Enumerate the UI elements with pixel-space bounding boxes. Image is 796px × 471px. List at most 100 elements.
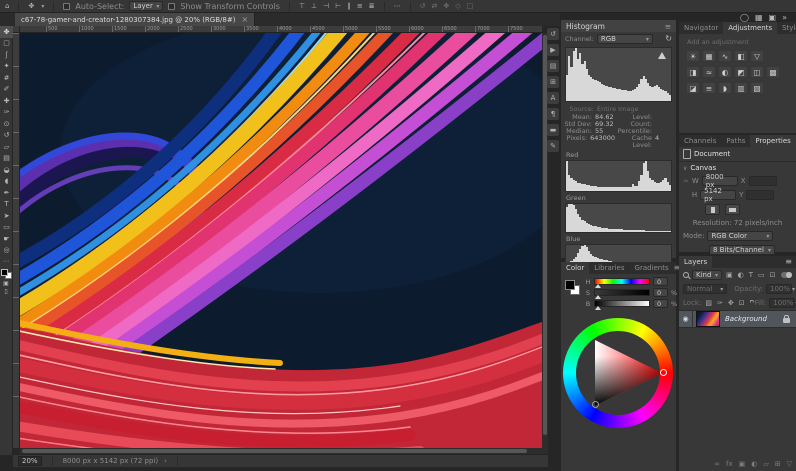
blur-tool[interactable]: ◒ [0,164,13,176]
history-panel-icon[interactable]: ↺ [547,28,559,40]
channel-dropdown[interactable]: RGB▾ [597,34,653,44]
photo-filter-icon[interactable]: ◩ [735,67,747,77]
filter-pixel-icon[interactable]: ▣ [725,271,734,279]
brightness-value-field[interactable]: 0 [653,299,668,308]
clone-stamp-tool[interactable]: ⊙ [0,118,13,130]
link-layers-icon[interactable]: ∞ [714,460,720,468]
eraser-tool[interactable]: ▱ [0,141,13,153]
swatches-panel-icon[interactable]: ▤ [547,60,559,72]
tab-libraries[interactable]: Libraries [589,262,629,274]
auto-select-dropdown[interactable]: Layer▾ [129,1,163,11]
pen-tool[interactable]: ✒ [0,187,13,199]
align-middle-icon[interactable]: ⊥ [311,3,317,10]
uncached-refresh-icon[interactable]: ↻ [665,35,672,43]
bit-depth-dropdown[interactable]: 8 Bits/Channel▾ [709,245,775,255]
path-selection-tool[interactable]: ➤ [0,210,13,222]
hue-slider[interactable] [594,278,650,285]
y-field[interactable] [746,190,774,200]
foreground-color-swatch[interactable] [1,269,12,279]
layer-row-background[interactable]: ◉ Background [679,310,796,328]
brush-tool[interactable]: ✑ [0,107,13,119]
exposure-icon[interactable]: ◧ [735,51,747,61]
threshold-icon[interactable]: ◗ [719,83,731,93]
canvas-artwork[interactable] [20,33,542,448]
brightness-slider[interactable] [594,300,650,307]
panel-menu-icon[interactable]: ≡ [785,256,796,268]
lasso-tool[interactable]: ʃ [0,49,13,61]
filter-adjustment-icon[interactable]: ◐ [737,271,745,279]
grid-view-icon[interactable]: ▦ [755,14,763,22]
tab-channels[interactable]: Channels [679,135,721,147]
history-brush-tool[interactable]: ↺ [0,130,13,142]
shade-handle[interactable] [592,401,599,408]
channel-mixer-icon[interactable]: ◫ [751,67,763,77]
layer-effects-icon[interactable]: fx [726,460,733,468]
panel-menu-icon[interactable]: ≡ [665,22,671,31]
hue-handle[interactable] [660,369,667,376]
tab-properties[interactable]: Properties [750,135,795,147]
shape-tool[interactable]: ▭ [0,222,13,234]
paragraph-panel-icon[interactable]: ¶ [547,108,559,120]
align-top-icon[interactable]: ⊤ [299,3,305,10]
lock-position-icon[interactable]: ✥ [727,299,735,307]
saturation-value-field[interactable]: 0 [653,288,668,297]
character-panel-icon[interactable]: A [547,92,559,104]
auto-select-checkbox[interactable] [63,3,70,10]
filter-toggle[interactable] [781,272,792,278]
vertical-ruler[interactable] [13,33,20,448]
tab-gradients[interactable]: Gradients [630,262,674,274]
lock-pixels-icon[interactable]: ✑ [716,299,724,307]
filter-type-icon[interactable]: T [748,271,754,279]
layer-mask-icon[interactable]: ▣ [739,460,746,468]
brightness-contrast-icon[interactable]: ☀ [687,51,699,61]
hue-saturation-icon[interactable]: ◨ [687,67,699,77]
color-balance-icon[interactable]: ≈ [703,67,715,77]
marquee-tool[interactable]: ▢ [0,38,13,50]
delete-layer-icon[interactable]: ▽ [787,460,792,468]
lock-artboard-icon[interactable]: ⊡ [738,299,746,307]
saturation-slider[interactable] [594,289,650,296]
lock-transparent-icon[interactable]: ▧ [704,299,713,307]
fill-field[interactable]: 100%▾ [769,298,795,308]
layer-locked-icon[interactable] [783,318,790,323]
filter-kind-dropdown[interactable]: Kind▾ [692,270,722,280]
timeline-panel-icon[interactable]: ▬ [547,124,559,136]
black-white-icon[interactable]: ◐ [719,67,731,77]
hand-tool[interactable]: ☛ [0,233,13,245]
color-mode-dropdown[interactable]: RGB Color▾ [707,231,773,241]
document-tab[interactable]: c67-78-gamer-and-creator-1280307384.jpg … [15,13,255,26]
tab-layers[interactable]: Layers [679,256,712,268]
crop-tool[interactable]: # [0,72,13,84]
link-dimensions-icon[interactable]: ∞ [683,177,689,185]
healing-brush-tool[interactable]: ✚ [0,95,13,107]
show-transform-checkbox[interactable] [168,3,175,10]
distribute-spacing-icon[interactable]: ≣ [369,3,375,10]
new-adjustment-icon[interactable]: ◐ [751,460,757,468]
warning-icon[interactable] [658,52,666,59]
layer-thumbnail[interactable] [696,311,720,327]
gradient-tool[interactable]: ▤ [0,153,13,165]
zoom-tool[interactable]: ◎ [0,245,13,257]
screen-mode-icon[interactable]: ▯ [4,289,7,295]
width-field[interactable]: 8000 px [702,176,738,186]
quick-mask-icon[interactable]: ▣ [3,281,9,287]
selective-color-icon[interactable]: ▧ [751,83,763,93]
object-selection-tool[interactable]: ✦ [0,61,13,73]
filter-shape-icon[interactable]: ▭ [757,271,766,279]
tab-color[interactable]: Color [561,262,589,274]
more-options-icon[interactable]: ⋯ [394,3,401,10]
new-group-icon[interactable]: ▱ [763,460,768,468]
collapse-section-icon[interactable]: ∨ [683,165,687,172]
opacity-field[interactable]: 100%▾ [766,284,792,294]
filter-smart-object-icon[interactable]: ⊡ [769,271,777,279]
portrait-orientation-button[interactable] [705,204,720,215]
clone-source-panel-icon[interactable]: ⊞ [547,76,559,88]
dodge-tool[interactable]: ◖ [0,176,13,188]
new-layer-icon[interactable]: ⊞ [775,460,781,468]
saturation-triangle[interactable] [563,318,673,428]
x-field[interactable] [749,176,777,186]
invert-icon[interactable]: ◪ [687,83,699,93]
curves-icon[interactable]: ∿ [719,51,731,61]
horizontal-ruler[interactable]: 0500100015002000250030003500400045005000… [13,26,542,33]
zoom-level-field[interactable]: 20% [18,456,42,466]
